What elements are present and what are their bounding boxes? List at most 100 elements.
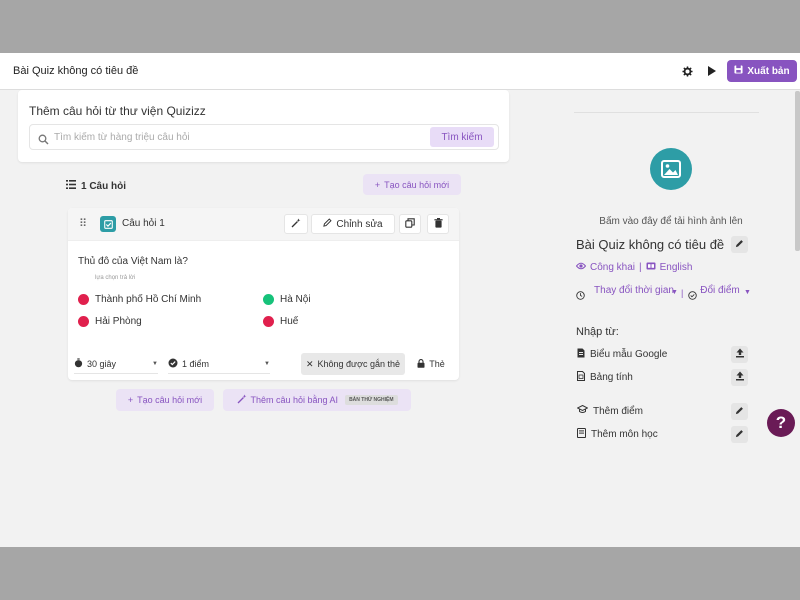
divider: | (681, 288, 684, 298)
panel-quiz-title: Bài Quiz không có tiêu đề (576, 237, 725, 252)
question-label: Câu hỏi 1 (122, 218, 165, 229)
new-question-label: Tạo câu hỏi mới (384, 179, 450, 190)
pencil-icon (735, 239, 744, 251)
gear-icon[interactable] (679, 63, 695, 79)
check-circle-icon (688, 291, 697, 302)
answer-text: Huế (280, 316, 299, 327)
duplicate-button[interactable] (399, 214, 421, 234)
ai-question-button[interactable]: Thêm câu hỏi bằng AI BẢN THỬ NGHIỆM (223, 389, 411, 411)
edit-points-button[interactable] (731, 403, 748, 420)
question-card-footer: 30 giây ▼ 1 điểm ▼ ✕ Không được gắn thẻ … (68, 348, 459, 380)
add-subject-label: Thêm môn học (591, 429, 658, 440)
import-title: Nhập từ: (576, 326, 619, 338)
caret-down-icon: ▼ (671, 289, 678, 296)
question-text: Thủ đô của Việt Nam là? (78, 256, 188, 267)
change-points-link[interactable]: Đổi điểm (700, 283, 740, 298)
search-button[interactable]: Tìm kiếm (430, 127, 494, 147)
import-spreadsheet: Bảng tính (577, 371, 633, 384)
answer-option: Hải Phòng (78, 316, 142, 327)
check-circle-icon (168, 358, 178, 370)
answer-option: Huế (263, 316, 298, 327)
edit-label: Chỉnh sửa (336, 218, 383, 230)
delete-button[interactable] (427, 214, 449, 234)
untagged-button[interactable]: ✕ Không được gắn thẻ (301, 353, 405, 375)
quiz-editor: Bài Quiz không có tiêu đề Xuất bản Thêm … (0, 53, 800, 547)
book-icon (577, 428, 586, 441)
quiz-title[interactable]: Bài Quiz không có tiêu đề (13, 65, 138, 77)
library-search-card: Thêm câu hỏi từ thư viện Quizizz Tìm kiế… (18, 90, 509, 162)
incorrect-dot-icon (78, 316, 89, 327)
upload-google-forms-button[interactable] (731, 346, 748, 363)
caret-down-icon: ▼ (744, 289, 751, 296)
publish-button[interactable]: Xuất bản (727, 60, 797, 82)
search-input[interactable] (54, 129, 424, 145)
tag-label: Thẻ (429, 359, 445, 369)
lock-icon (417, 358, 425, 370)
beta-badge: BẢN THỬ NGHIỆM (345, 395, 398, 405)
edit-title-button[interactable] (731, 236, 748, 253)
clock-icon (576, 291, 585, 302)
ai-question-label: Thêm câu hỏi bằng AI (250, 395, 339, 405)
import-google-forms: Biểu mẫu Google (577, 348, 667, 361)
image-upload-area[interactable]: Bấm vào đây để tải hình ảnh lên (574, 112, 759, 227)
search-box: Tìm kiếm (29, 124, 499, 150)
plus-icon: + (374, 179, 381, 190)
question-card-header: ⠿ Câu hỏi 1 Chỉnh sửa (68, 208, 459, 241)
points-label: 1 điểm (182, 358, 210, 369)
document-icon (577, 348, 585, 361)
spreadsheet-icon (577, 371, 585, 384)
add-points-label: Thêm điểm (593, 405, 644, 417)
upload-text: Bấm vào đây để tải hình ảnh lên (599, 216, 743, 227)
language-icon (646, 262, 656, 273)
pencil-icon (323, 218, 333, 230)
plus-icon: + (127, 395, 134, 405)
question-mark-icon: ? (775, 413, 787, 432)
edit-question-button[interactable]: Chỉnh sửa (311, 214, 395, 234)
new-question-bottom-label: Tạo câu hỏi mới (137, 395, 203, 405)
top-bar: Bài Quiz không có tiêu đề Xuất bản (0, 53, 800, 90)
language-link[interactable]: English (660, 262, 693, 273)
image-icon (650, 148, 692, 190)
drag-handle-icon[interactable]: ⠿ (75, 216, 91, 232)
upload-icon (735, 371, 745, 384)
import-label: Bảng tính (590, 372, 633, 383)
quiz-settings-panel: Bấm vào đây để tải hình ảnh lên Bài Quiz… (566, 90, 796, 547)
magic-wand-icon (291, 218, 301, 231)
caret-down-icon: ▼ (152, 361, 158, 367)
visibility-link[interactable]: Công khai (590, 262, 635, 273)
magic-wand-button[interactable] (284, 214, 308, 234)
timer-icon (74, 357, 83, 370)
eye-icon (575, 262, 587, 273)
answer-text: Hải Phòng (95, 316, 142, 327)
correct-dot-icon (263, 294, 274, 305)
upload-spreadsheet-button[interactable] (731, 369, 748, 386)
save-icon (734, 65, 743, 77)
divider: | (639, 262, 642, 273)
answer-option: Hà Nội (263, 294, 311, 305)
time-select[interactable]: 30 giây ▼ (74, 354, 158, 374)
edit-subject-button[interactable] (731, 426, 748, 443)
untagged-label: Không được gắn thẻ (317, 359, 401, 369)
question-count: 1 Câu hỏi (66, 180, 126, 192)
add-subject-row: Thêm môn học (577, 428, 658, 441)
new-question-bottom-button[interactable]: + Tạo câu hỏi mới (116, 389, 214, 411)
tag-button[interactable]: Thẻ (409, 353, 453, 375)
trash-icon (433, 217, 443, 231)
question-card: ⠿ Câu hỏi 1 Chỉnh sửa Thủ đô của Việt Na… (68, 208, 459, 380)
scrollbar[interactable] (795, 91, 800, 251)
add-points-row: Thêm điểm (576, 404, 644, 417)
question-count-label: 1 Câu hỏi (81, 180, 127, 192)
play-icon[interactable] (703, 63, 719, 79)
pencil-icon (735, 429, 744, 441)
points-select[interactable]: 1 điểm ▼ (168, 354, 270, 374)
change-time-link[interactable]: Thay đổi thời gian (592, 283, 676, 298)
quiz-meta: Công khai | English (575, 262, 693, 273)
incorrect-dot-icon (78, 294, 89, 305)
new-question-button[interactable]: + Tạo câu hỏi mới (363, 174, 461, 195)
caret-down-icon: ▼ (264, 361, 270, 367)
answer-option: Thành phố Hồ Chí Minh (78, 294, 201, 305)
incorrect-dot-icon (263, 316, 274, 327)
answer-text: Thành phố Hồ Chí Minh (95, 294, 202, 305)
publish-label: Xuất bản (747, 65, 790, 77)
help-button[interactable]: ? (767, 409, 795, 437)
